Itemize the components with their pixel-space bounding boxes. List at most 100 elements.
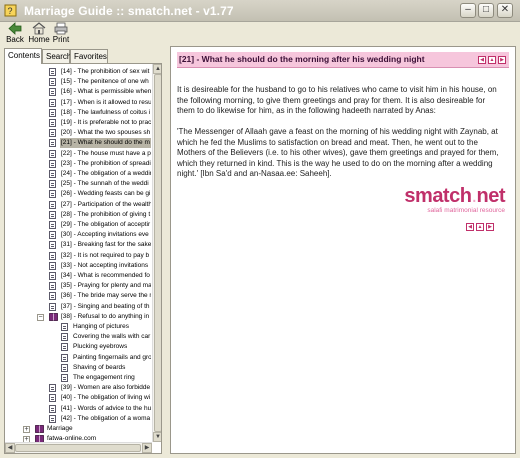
tree-item-label: [20] - What the two spouses sh [61,129,151,137]
tree-root[interactable]: + Marriage [5,424,151,434]
tree-item-label: [26] - Wedding feasts can be gi [61,190,151,198]
book-icon [35,425,44,433]
tree-horizontal-scrollbar[interactable]: ◀ ▶ [5,442,152,453]
tree-item-label: [15] - The penitence of one wh [61,78,149,86]
tree-subitem[interactable]: The engagement ring [5,373,151,383]
tree-subitem[interactable]: Painting fingernails and gro [5,353,151,363]
page-icon [49,170,56,178]
page-icon [49,292,56,301]
tree-item[interactable]: [14] - The prohibition of sex wit [5,67,151,77]
tree-item-label: [23] - The prohibition of spreadi [61,159,151,167]
smatch-logo: smatch.net salafi matrimonial resource [399,185,505,215]
tree-item[interactable]: [35] - Praying for plenty and ma [5,281,151,291]
tree-subitem[interactable]: Plucking eyebrows [5,342,151,352]
print-button[interactable]: Print [48,22,74,46]
page-icon [49,241,56,250]
tree-subitem[interactable]: Covering the walls with car [5,332,151,342]
tree-item-label: [16] - What is permissible when [61,88,151,96]
page-icon [61,374,68,382]
tree-vertical-thumb[interactable] [154,74,161,432]
expand-icon[interactable]: + [23,426,30,433]
page-icon [49,180,56,189]
tab-favorites[interactable]: Favorites [70,49,108,64]
tree-item[interactable]: [27] - Participation of the wealth [5,200,151,210]
tree-item[interactable]: [31] - Breaking fast for the sake [5,240,151,250]
tree-horizontal-thumb[interactable] [15,444,141,452]
tree-vertical-scrollbar[interactable]: ▲ ▼ [152,64,161,442]
tree-item[interactable]: [24] - The obligation of a weddir [5,169,151,179]
content-pane: [21] - What he should do the morning aft… [170,46,516,454]
window-title: Marriage Guide :: smatch.net - v1.77 [24,4,234,18]
tree-item[interactable]: [40] - The obligation of living wi [5,393,151,403]
tree-item[interactable]: [26] - Wedding feasts can be gi [5,189,151,199]
tree-item-label: [37] - Singing and beating of th [61,302,150,310]
previous-topic-icon[interactable]: ◀ [478,56,486,64]
tab-search[interactable]: Search [42,49,71,64]
scroll-left-icon[interactable]: ◀ [5,443,15,453]
tree-item-label: [39] - Women are also forbidde [61,384,151,392]
tree-item[interactable]: [32] - It is not required to pay b [5,251,151,261]
back-arrow-icon [8,22,22,35]
page-icon [61,323,68,331]
tree-item[interactable]: [22] - The house must have a p [5,149,151,159]
tree-item-label: [27] - Participation of the wealth [61,200,151,208]
tree-item[interactable]: [23] - The prohibition of spreadi [5,159,151,169]
tree-item-label: [14] - The prohibition of sex wit [61,68,150,75]
tree-item[interactable]: [30] - Accepting invitations eve [5,230,151,240]
scroll-up-icon[interactable]: ▲ [153,64,161,74]
tree-item[interactable]: [34] - What is recommended fo [5,271,151,281]
page-icon [49,98,56,107]
maximize-button[interactable]: □ [478,3,494,18]
tree-item[interactable]: [16] - What is permissible when [5,87,151,97]
next-topic-icon[interactable]: ▶ [498,56,506,64]
app-window: ? Marriage Guide :: smatch.net - v1.77 –… [0,0,520,458]
tree-item[interactable]: [42] - The obligation of a woma [5,414,151,424]
tree-item[interactable]: [39] - Women are also forbidde [5,383,151,393]
collapse-icon[interactable]: − [37,313,44,321]
page-icon [49,414,56,423]
tree-item-label: Painting fingernails and gro [73,353,151,361]
tree-item-label: [18] - The lawfulness of coitus i [61,108,151,116]
up-topic-bottom-icon[interactable]: ▲ [476,223,484,231]
tree-item[interactable]: [41] - Words of advice to the hu [5,404,151,414]
page-icon [61,353,68,362]
tree-item[interactable]: [28] - The prohibition of giving t [5,210,151,220]
scroll-right-icon[interactable]: ▶ [142,443,152,453]
tree-item[interactable]: [33] - Not accepting invitations [5,261,151,271]
tree-item-label: Marriage [47,425,73,432]
tree-item[interactable]: [17] - When is it allowed to resu [5,98,151,108]
tree-folder-38[interactable]: − [38] - Refusal to do anything in [5,312,151,322]
tree-item[interactable]: [37] - Singing and beating of th [5,302,151,312]
tab-contents[interactable]: Contents [4,48,42,64]
tree-item[interactable]: [21] - What he should do the m [5,138,151,149]
tree-item-label: [33] - Not accepting invitations [61,261,149,269]
next-topic-bottom-icon[interactable]: ▶ [486,223,494,231]
tree-item[interactable]: [36] - The bride may serve the m [5,291,151,301]
tree-item[interactable]: [20] - What the two spouses sh [5,128,151,138]
tree-item-label: [25] - The sunnah of the weddi [61,180,149,188]
minimize-button[interactable]: – [460,3,476,18]
up-topic-icon[interactable]: ▲ [488,56,496,64]
tree-item[interactable]: [15] - The penitence of one wh [5,77,151,87]
tree-item[interactable]: [18] - The lawfulness of coitus i [5,108,151,118]
previous-topic-bottom-icon[interactable]: ◀ [466,223,474,231]
topic-heading: [21] - What he should do the morning aft… [179,54,425,64]
scroll-down-icon[interactable]: ▼ [153,432,161,442]
tree-subitem[interactable]: Shaving of beards [5,363,151,373]
page-icon [49,302,56,311]
page-icon [49,129,56,138]
page-icon [49,149,56,158]
page-icon [49,210,56,219]
page-icon [49,384,56,393]
paragraph-hadeeth: 'The Messenger of Allaah gave a feast on… [177,127,499,178]
close-button[interactable]: ✕ [497,3,513,18]
title-bar[interactable]: ? Marriage Guide :: smatch.net - v1.77 –… [0,0,520,22]
home-icon [32,22,46,35]
tree-item[interactable]: [19] - It is preferable not to prac [5,118,151,128]
nav-tabs: Contents Search Favorites [4,48,162,64]
tree-item[interactable]: [29] - The obligation of acceptir [5,220,151,230]
pane-splitter[interactable] [165,46,168,454]
back-button[interactable]: Back [2,22,28,46]
tree-item[interactable]: [25] - The sunnah of the weddi [5,179,151,189]
tree-subitem[interactable]: Hanging of pictures [5,322,151,332]
